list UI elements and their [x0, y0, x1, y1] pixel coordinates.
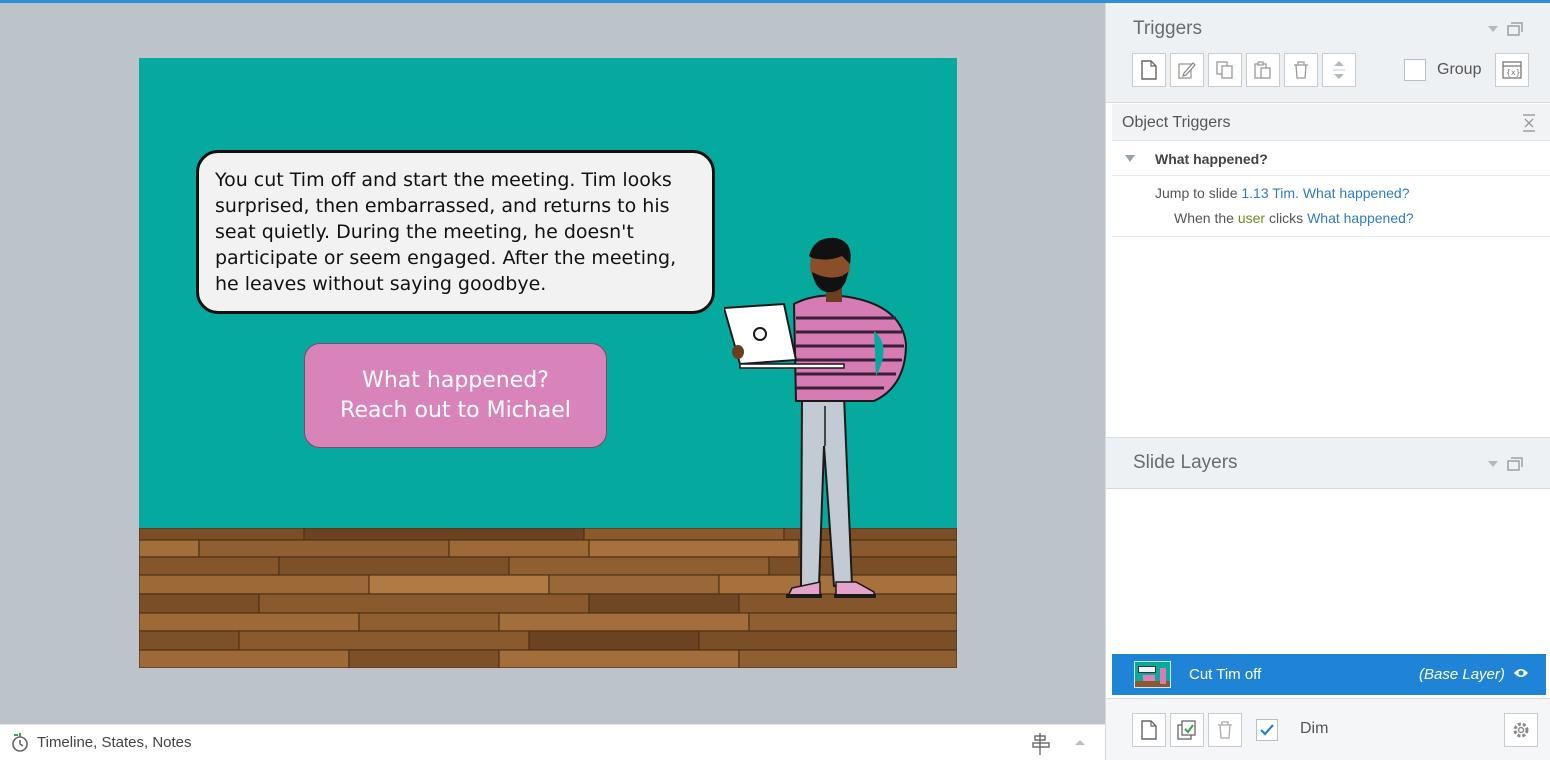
move-up-down-icon: [1333, 61, 1345, 79]
trigger-object-name: What happened?: [1155, 151, 1268, 167]
cta-line-2: Reach out to Michael: [340, 397, 571, 423]
layers-window-controls: [1487, 457, 1523, 471]
new-document-icon: [1141, 60, 1157, 80]
layer-thumbnail: [1134, 661, 1171, 688]
layer-settings-button[interactable]: [1504, 713, 1538, 747]
new-trigger-button[interactable]: [1132, 53, 1166, 87]
delete-trigger-button[interactable]: [1284, 53, 1318, 87]
new-layer-button[interactable]: [1132, 713, 1166, 747]
object-triggers-header: Object Triggers: [1112, 104, 1550, 141]
gear-icon: [1513, 722, 1529, 738]
new-document-icon: [1141, 720, 1157, 740]
trash-icon: [1218, 721, 1232, 739]
trigger-object-row[interactable]: What happened?: [1112, 141, 1550, 176]
what-happened-button[interactable]: What happened? Reach out to Michael: [304, 343, 607, 448]
speech-bubble[interactable]: You cut Tim off and start the meeting. T…: [196, 150, 715, 314]
eye-visibility-icon[interactable]: [1513, 667, 1529, 679]
speech-line: You cut Tim off and start the meeting. T…: [215, 169, 672, 191]
trigger-condition-target[interactable]: What happened?: [1307, 210, 1414, 226]
duplicate-layer-button[interactable]: [1170, 713, 1204, 747]
variables-button[interactable]: {x}: [1495, 53, 1529, 87]
slide[interactable]: You cut Tim off and start the meeting. T…: [139, 58, 957, 668]
edit-icon: [1178, 62, 1196, 79]
slide-canvas-area[interactable]: You cut Tim off and start the meeting. T…: [0, 3, 1105, 724]
group-label: Group: [1437, 61, 1482, 78]
layers-toolbar: Dim: [1106, 698, 1550, 760]
timeline-status-bar: Timeline, States, Notes: [0, 724, 1105, 760]
svg-text:{x}: {x}: [1506, 68, 1520, 77]
base-layer-tag: (Base Layer): [1419, 666, 1505, 683]
character-illustration[interactable]: [724, 236, 929, 606]
dropdown-arrow-icon[interactable]: [1487, 25, 1499, 33]
edit-trigger-button[interactable]: [1170, 53, 1204, 87]
trigger-condition-text: When the user clicks: [1174, 210, 1308, 226]
layer-row-base[interactable]: Cut Tim off (Base Layer): [1112, 654, 1546, 695]
timeline-label[interactable]: Timeline, States, Notes: [37, 734, 192, 751]
triggers-header: Triggers Group {x}: [1106, 3, 1550, 103]
expand-up-icon[interactable]: [1074, 738, 1086, 746]
collapse-all-icon[interactable]: [1522, 114, 1536, 132]
paste-trigger-button[interactable]: [1246, 53, 1280, 87]
speech-line: seat quietly. During the meeting, he doe…: [215, 221, 634, 243]
right-panel: Triggers Group {x} Object Triggers What …: [1105, 3, 1550, 760]
timeline-clock-icon[interactable]: [10, 732, 30, 754]
trigger-condition[interactable]: When the user clicks What happened?: [1174, 210, 1414, 226]
delete-layer-button[interactable]: [1208, 713, 1242, 747]
triggers-window-controls: [1487, 22, 1523, 36]
triggers-title: Triggers: [1133, 18, 1202, 39]
layer-name[interactable]: Cut Tim off: [1189, 666, 1261, 683]
group-checkbox[interactable]: [1404, 59, 1426, 81]
object-triggers-title: Object Triggers: [1122, 114, 1231, 131]
pin-panel-icon[interactable]: [1031, 733, 1051, 755]
divider: [1112, 236, 1550, 237]
move-trigger-button[interactable]: [1322, 53, 1356, 87]
trash-icon: [1294, 61, 1308, 79]
trigger-action-text: Jump to slide: [1155, 185, 1242, 201]
restore-window-icon[interactable]: [1507, 22, 1523, 36]
expand-arrow-icon[interactable]: [1125, 155, 1135, 162]
dim-label: Dim: [1300, 720, 1329, 737]
speech-line: he leaves without saying goodbye.: [215, 273, 547, 295]
dim-checkbox[interactable]: [1256, 719, 1278, 741]
dropdown-arrow-icon[interactable]: [1487, 460, 1499, 468]
checkmark-icon: [1260, 724, 1274, 736]
cta-line-1: What happened?: [362, 367, 549, 393]
copy-icon: [1216, 61, 1233, 79]
paste-icon: [1254, 61, 1271, 79]
speech-line: participate or seem engaged. After the m…: [215, 247, 677, 269]
duplicate-layer-icon: [1177, 720, 1196, 740]
slide-layers-title: Slide Layers: [1133, 452, 1238, 473]
speech-line: surprised, then embarrassed, and returns…: [215, 195, 670, 217]
trigger-action-target[interactable]: 1.13 Tim. What happened?: [1241, 185, 1409, 201]
trigger-action[interactable]: Jump to slide 1.13 Tim. What happened?: [1155, 185, 1409, 201]
slide-layers-header: Slide Layers: [1106, 437, 1550, 489]
copy-trigger-button[interactable]: [1208, 53, 1242, 87]
variables-icon: {x}: [1502, 61, 1522, 79]
restore-window-icon[interactable]: [1507, 457, 1523, 471]
